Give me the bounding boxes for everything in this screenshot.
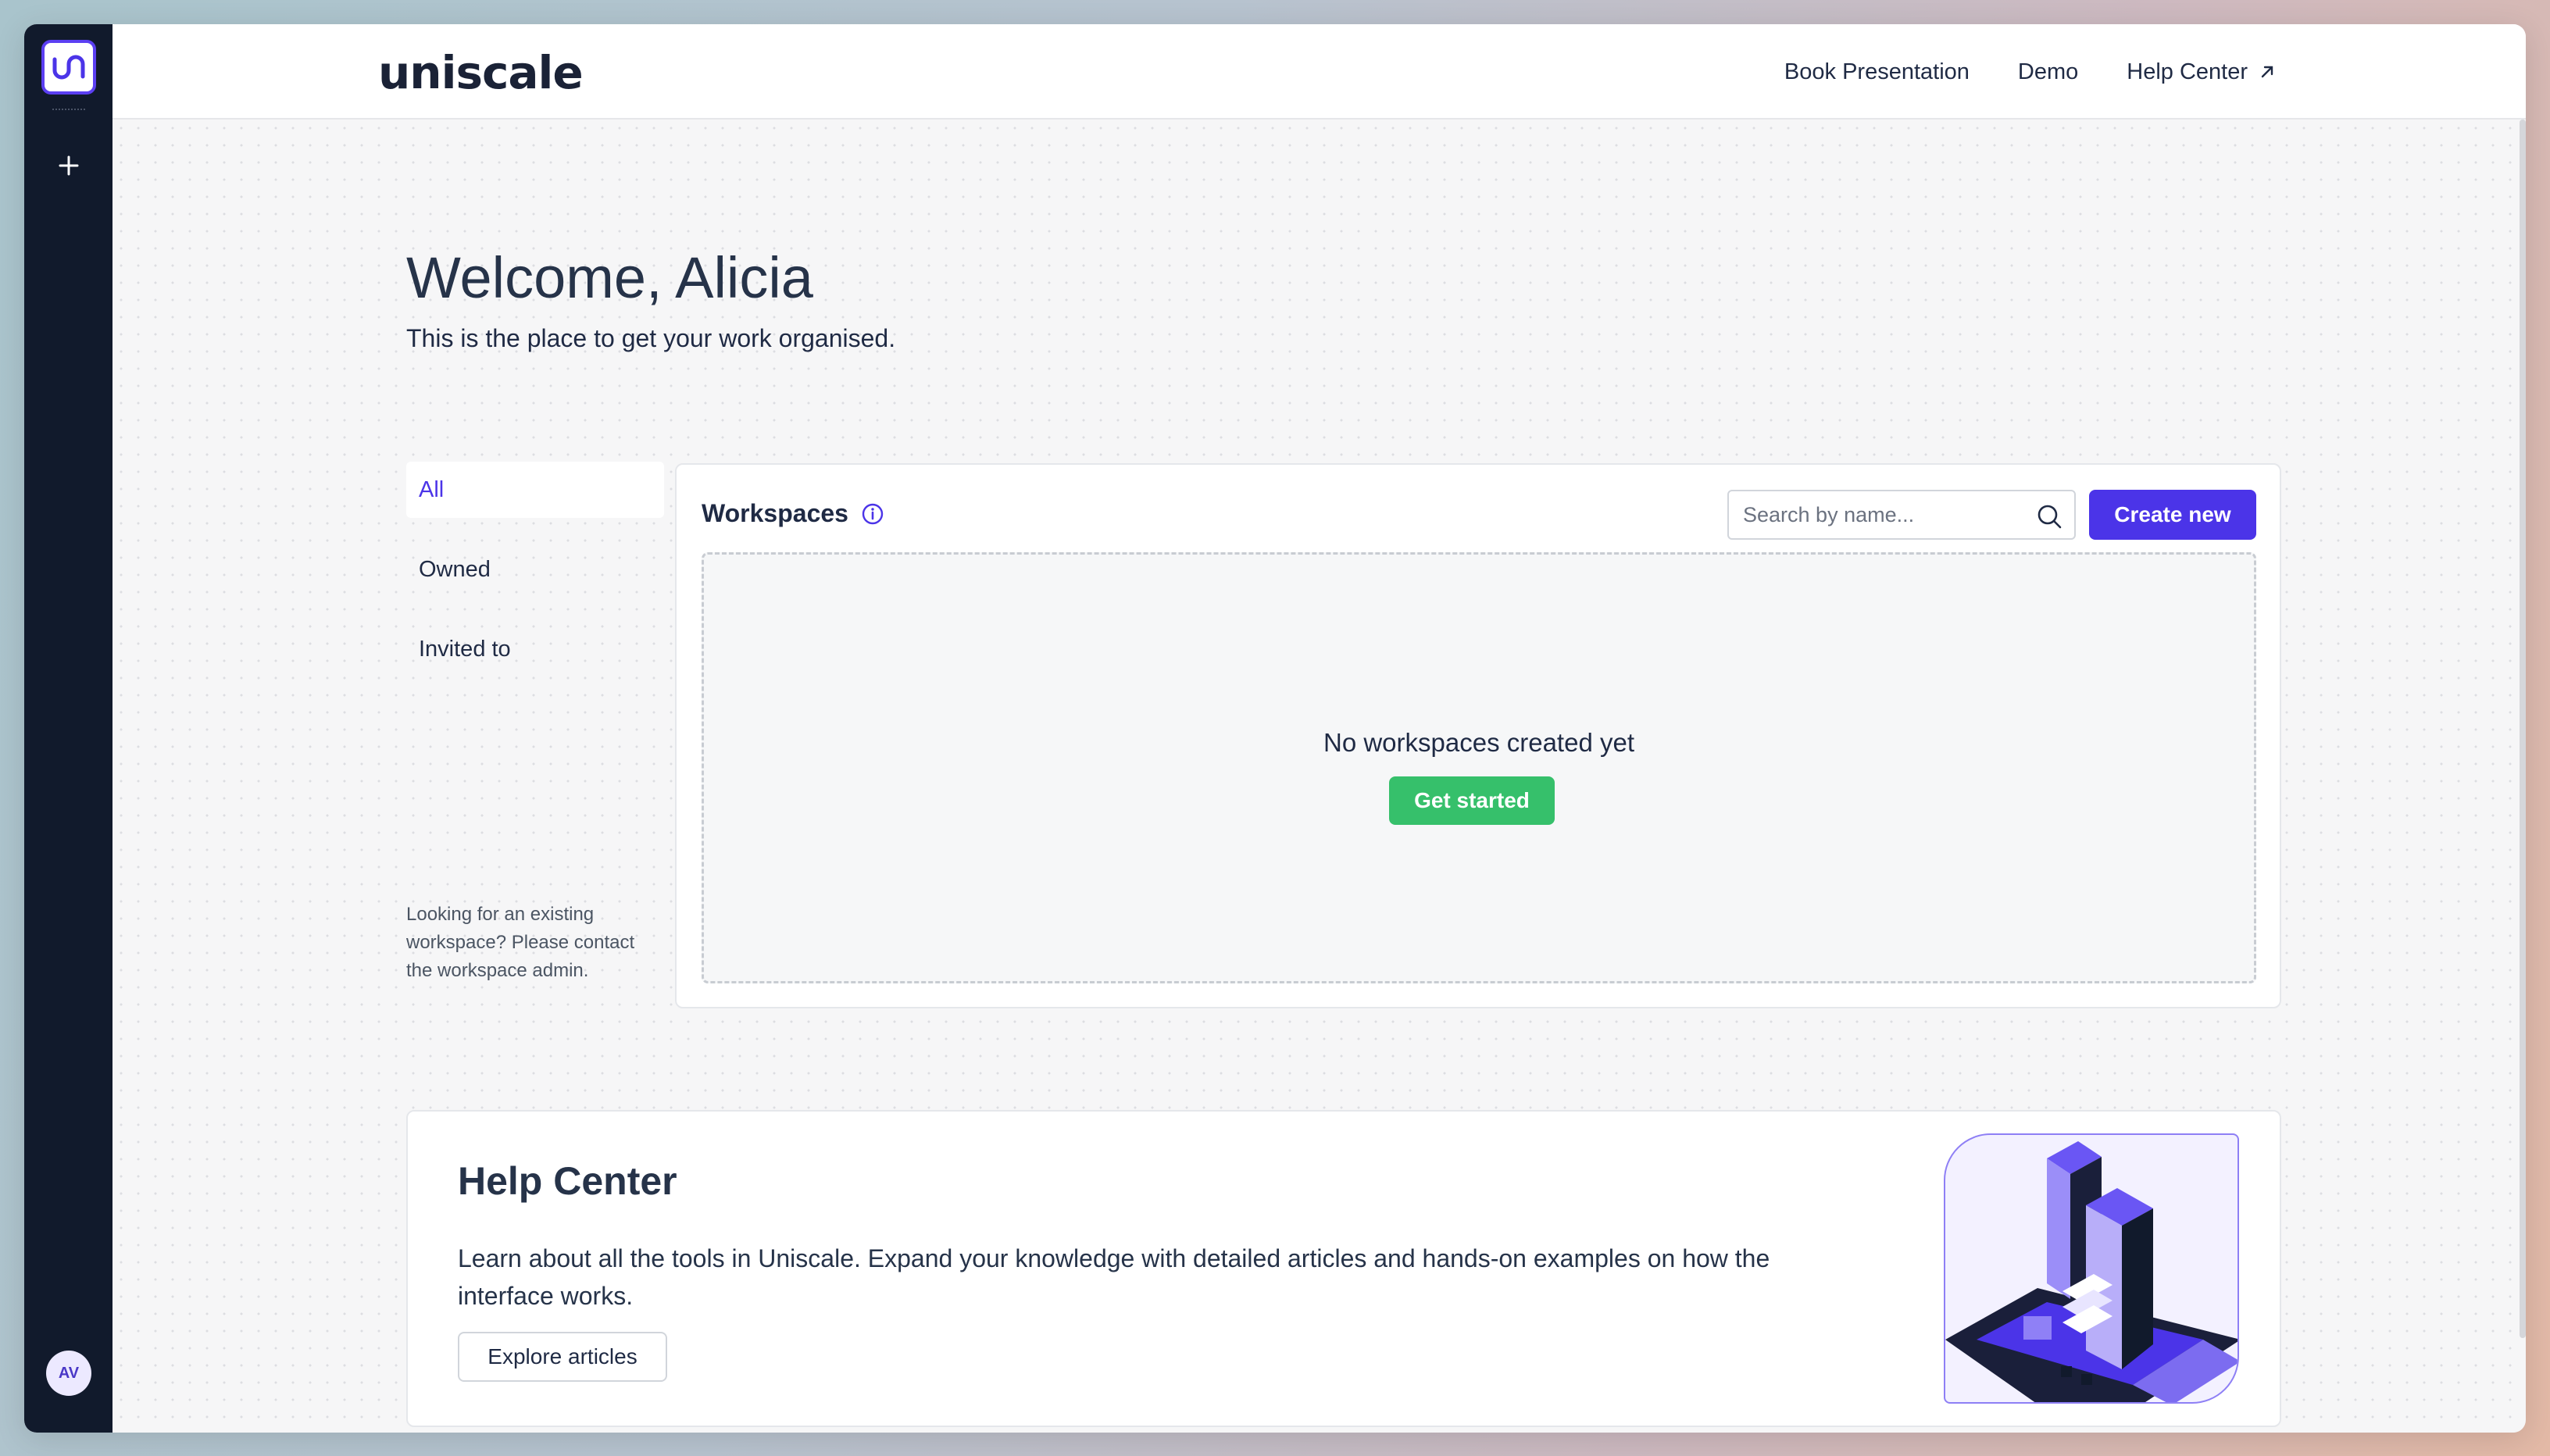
external-link-icon <box>2261 66 2273 78</box>
help-center-card: Help Center Learn about all the tools in… <box>406 1110 2281 1427</box>
brand-name: uniscale <box>378 46 584 99</box>
empty-state: No workspaces created yet Get started <box>702 552 2256 983</box>
plus-icon[interactable] <box>52 149 85 182</box>
help-illustration <box>1944 1133 2239 1404</box>
nav-book-presentation[interactable]: Book Presentation <box>1784 59 1970 85</box>
nav-demo[interactable]: Demo <box>2018 59 2078 85</box>
page-subtitle: This is the place to get your work organ… <box>406 324 896 352</box>
workspaces-heading: Workspaces <box>702 499 884 528</box>
nav-help-center-label: Help Center <box>2127 59 2248 84</box>
create-new-button[interactable]: Create new <box>2089 490 2256 540</box>
top-nav: Book Presentation Demo Help Center <box>1784 24 2276 120</box>
filter-invited-to[interactable]: Invited to <box>406 621 664 677</box>
main-content: Welcome, Alicia This is the place to get… <box>112 120 2520 1433</box>
filter-owned[interactable]: Owned <box>406 541 664 598</box>
search-input[interactable] <box>1729 502 2018 527</box>
filter-note: Looking for an existing workspace? Pleas… <box>406 904 635 981</box>
workspaces-title: Workspaces <box>702 499 848 527</box>
app-window: AV uniscale Book Presentation Demo Help … <box>24 24 2526 1433</box>
empty-state-text: No workspaces created yet <box>1323 728 1634 757</box>
scrollbar[interactable] <box>2520 120 2526 1338</box>
search-field <box>1727 490 2076 540</box>
workspaces-panel: Workspaces Create new No workspaces crea… <box>675 463 2281 1008</box>
help-center-title: Help Center <box>458 1159 677 1203</box>
left-rail: AV <box>24 24 112 1433</box>
explore-articles-button[interactable]: Explore articles <box>458 1332 667 1382</box>
info-icon[interactable] <box>861 502 884 526</box>
workspace-filters: All Owned Invited to <box>406 462 664 701</box>
page-title: Welcome, Alicia <box>406 245 813 310</box>
rail-divider <box>52 109 85 110</box>
filter-all[interactable]: All <box>406 462 664 518</box>
brand-logo[interactable]: uniscale <box>378 46 584 99</box>
get-started-button[interactable]: Get started <box>1389 776 1555 825</box>
help-center-description: Learn about all the tools in Uniscale. E… <box>458 1244 1770 1310</box>
nav-help-center[interactable]: Help Center <box>2127 59 2276 85</box>
search-icon[interactable] <box>2035 502 2063 530</box>
uniscale-logo-icon[interactable] <box>41 40 96 95</box>
avatar[interactable]: AV <box>46 1351 91 1396</box>
top-bar: uniscale Book Presentation Demo Help Cen… <box>112 24 2526 120</box>
